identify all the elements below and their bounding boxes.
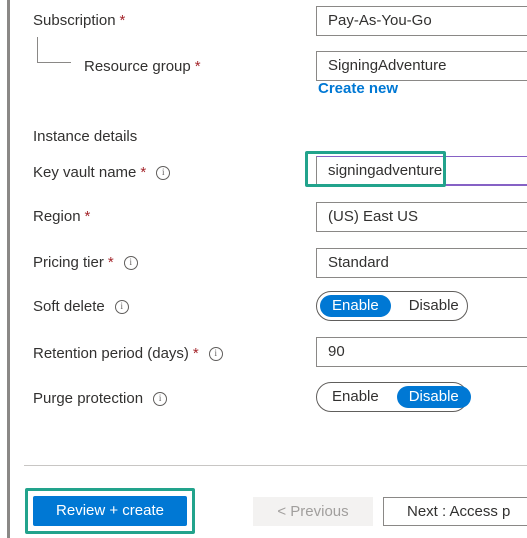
retention-period-label-text: Retention period (days) xyxy=(33,345,189,362)
subscription-label: Subscription * xyxy=(33,12,125,29)
purge-protection-enable-option[interactable]: Enable xyxy=(320,386,391,408)
subscription-label-text: Subscription xyxy=(33,12,116,29)
soft-delete-toggle[interactable]: Enable Disable xyxy=(316,291,468,321)
soft-delete-label-text: Soft delete xyxy=(33,298,105,315)
soft-delete-label: Soft delete i xyxy=(33,298,129,315)
info-icon[interactable]: i xyxy=(114,299,129,314)
purge-protection-label: Purge protection i xyxy=(33,390,168,407)
required-marker: * xyxy=(84,208,91,225)
info-icon[interactable]: i xyxy=(153,391,168,406)
info-icon[interactable]: i xyxy=(208,346,223,361)
retention-period-input[interactable]: 90 xyxy=(316,337,527,367)
footer-divider xyxy=(24,465,527,466)
key-vault-name-highlight xyxy=(305,151,446,187)
create-new-link[interactable]: Create new xyxy=(318,80,398,97)
required-marker: * xyxy=(194,58,201,75)
purge-protection-disable-option[interactable]: Disable xyxy=(396,386,471,408)
region-label-text: Region xyxy=(33,208,81,225)
required-marker: * xyxy=(192,345,199,362)
key-vault-name-label: Key vault name * i xyxy=(33,164,171,181)
info-icon[interactable]: i xyxy=(123,255,138,270)
subscription-dropdown[interactable]: Pay-As-You-Go xyxy=(316,6,527,36)
pricing-tier-label-text: Pricing tier xyxy=(33,254,104,271)
info-icon[interactable]: i xyxy=(156,165,171,180)
retention-period-label: Retention period (days) * i xyxy=(33,345,223,362)
instance-details-heading: Instance details xyxy=(33,128,138,145)
left-border xyxy=(7,0,10,538)
region-label: Region * xyxy=(33,208,90,225)
tree-connector-vertical xyxy=(37,37,38,62)
tree-connector-horizontal xyxy=(37,62,71,63)
previous-button[interactable]: < Previous xyxy=(253,497,373,526)
required-marker: * xyxy=(140,164,147,181)
resource-group-label: Resource group * xyxy=(84,58,201,75)
resource-group-dropdown[interactable]: SigningAdventure xyxy=(316,51,527,81)
required-marker: * xyxy=(119,12,126,29)
purge-protection-toggle[interactable]: Enable Disable xyxy=(316,382,471,412)
key-vault-name-label-text: Key vault name xyxy=(33,164,137,181)
resource-group-label-text: Resource group xyxy=(84,58,191,75)
region-dropdown[interactable]: (US) East US xyxy=(316,202,527,232)
pricing-tier-dropdown[interactable]: Standard xyxy=(316,248,527,278)
review-create-highlight xyxy=(25,488,195,534)
required-marker: * xyxy=(107,254,114,271)
purge-protection-label-text: Purge protection xyxy=(33,390,144,407)
next-button[interactable]: Next : Access p xyxy=(383,497,527,526)
pricing-tier-label: Pricing tier * i xyxy=(33,254,138,271)
soft-delete-disable-option[interactable]: Disable xyxy=(397,295,471,317)
soft-delete-enable-option[interactable]: Enable xyxy=(320,295,391,317)
